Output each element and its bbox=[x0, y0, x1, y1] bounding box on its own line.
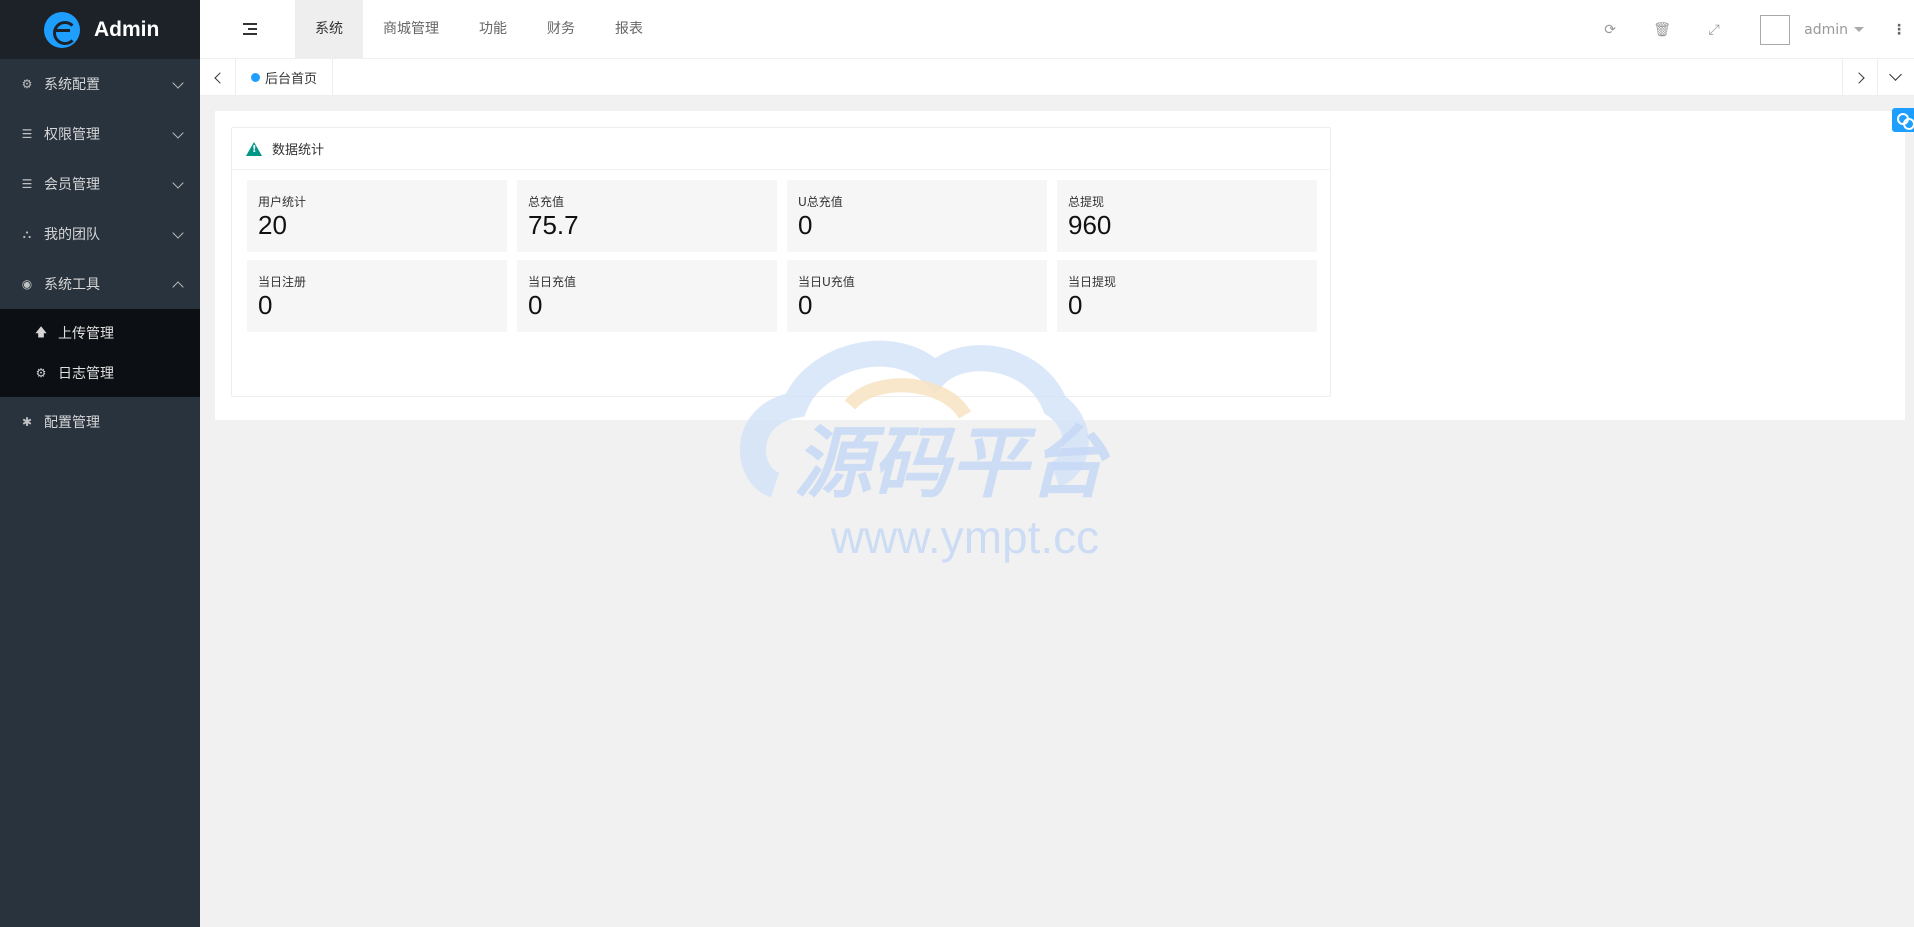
sidebar-subitem-upload[interactable]: 🡅 上传管理 bbox=[0, 313, 200, 353]
sidebar-item-label: 权限管理 bbox=[44, 127, 100, 143]
stat-value: 0 bbox=[1068, 290, 1083, 320]
sidebar-item-label: 系统工具 bbox=[44, 277, 100, 293]
chevron-down-icon bbox=[172, 127, 184, 139]
stat-value: 960 bbox=[1068, 210, 1112, 240]
more-vertical-icon[interactable]: ⋮ bbox=[1884, 22, 1914, 38]
top-nav: 系统 商城管理 功能 财务 报表 bbox=[295, 0, 663, 59]
stat-value: 0 bbox=[258, 290, 273, 320]
stat-label: 当日充值 bbox=[528, 275, 577, 289]
fullscreen-icon[interactable]: ⤢ bbox=[1688, 22, 1740, 38]
sitemap-icon: ⛬ bbox=[22, 226, 32, 241]
stat-value: 20 bbox=[258, 210, 287, 240]
caret-down-icon[interactable] bbox=[1854, 27, 1864, 32]
refresh-icon[interactable]: ⟳ bbox=[1584, 22, 1636, 38]
sidebar-item-members[interactable]: ☰ 会员管理 bbox=[0, 159, 200, 209]
tab-menu-button[interactable] bbox=[1878, 59, 1914, 96]
stat-box: 总提现 960 bbox=[1057, 180, 1317, 252]
chevron-down-icon bbox=[172, 77, 184, 89]
stat-box: 当日U充值 0 bbox=[787, 260, 1047, 332]
stat-label: 当日提现 bbox=[1068, 275, 1117, 289]
compass-icon: ◉ bbox=[21, 277, 33, 291]
chevron-up-icon bbox=[172, 281, 184, 293]
watermark-url: www.ympt.cc bbox=[830, 511, 1099, 563]
trash-icon[interactable]: 🗑 bbox=[1636, 22, 1688, 38]
warning-icon bbox=[246, 141, 262, 156]
tab-home-label: 后台首页 bbox=[265, 72, 318, 87]
sidebar-item-team[interactable]: ⛬ 我的团队 bbox=[0, 209, 200, 259]
card-header: 数据统计 bbox=[232, 128, 1330, 170]
sidebar: Admin ⚙ 系统配置 ☰ 权限管理 ☰ 会员管理 ⛬ 我的团队 ◉ 系统工具… bbox=[0, 0, 200, 927]
nav-tab-features[interactable]: 功能 bbox=[459, 0, 527, 59]
active-dot-icon bbox=[251, 73, 260, 82]
watermark-title: 源码平台 bbox=[794, 419, 1111, 509]
tab-scroll-right-button[interactable] bbox=[1842, 59, 1878, 96]
stat-value: 75.7 bbox=[528, 210, 579, 240]
stat-box: 用户统计 20 bbox=[247, 180, 507, 252]
stat-value: 0 bbox=[528, 290, 543, 320]
sidebar-subitem-label: 上传管理 bbox=[58, 326, 114, 342]
avatar[interactable] bbox=[1760, 14, 1791, 45]
logo-icon bbox=[44, 11, 80, 48]
sidebar-item-permissions[interactable]: ☰ 权限管理 bbox=[0, 109, 200, 159]
stat-value: 0 bbox=[798, 290, 813, 320]
nav-tab-system[interactable]: 系统 bbox=[295, 0, 363, 59]
main-content: 数据统计 用户统计 20 总充值 75.7 U总充值 0 总提现 960 当日注… bbox=[215, 111, 1905, 420]
sidebar-subitem-logs[interactable]: ⚙ 日志管理 bbox=[0, 353, 200, 393]
sidebar-item-system-config[interactable]: ⚙ 系统配置 bbox=[0, 59, 200, 109]
nav-tab-reports[interactable]: 报表 bbox=[595, 0, 663, 59]
header-tools: ⟳ 🗑 ⤢ admin ⋮ bbox=[1584, 0, 1914, 59]
sidebar-item-config-manage[interactable]: ✱ 配置管理 bbox=[0, 397, 200, 447]
nav-tab-finance[interactable]: 财务 bbox=[527, 0, 595, 59]
stat-box: 当日注册 0 bbox=[247, 260, 507, 332]
chevron-down-icon bbox=[172, 177, 184, 189]
stat-label: 当日注册 bbox=[258, 275, 307, 289]
sidebar-item-label: 配置管理 bbox=[44, 415, 100, 431]
sidebar-item-label: 系统配置 bbox=[44, 77, 100, 93]
stat-label: 总充值 bbox=[528, 195, 565, 209]
stat-label: U总充值 bbox=[798, 195, 843, 209]
sidebar-item-label: 会员管理 bbox=[44, 177, 100, 193]
asterisk-icon: ✱ bbox=[21, 415, 33, 429]
card-title: 数据统计 bbox=[272, 143, 325, 158]
app-title: Admin bbox=[94, 17, 160, 41]
stats-card: 数据统计 用户统计 20 总充值 75.7 U总充值 0 总提现 960 当日注… bbox=[231, 127, 1331, 397]
stat-label: 当日U充值 bbox=[798, 275, 855, 289]
stat-box: 当日充值 0 bbox=[517, 260, 777, 332]
stat-value: 0 bbox=[798, 210, 813, 240]
stat-box: 当日提现 0 bbox=[1057, 260, 1317, 332]
sidebar-subitem-label: 日志管理 bbox=[58, 366, 114, 382]
sidebar-item-system-tools[interactable]: ◉ 系统工具 bbox=[0, 259, 200, 309]
stat-label: 总提现 bbox=[1068, 195, 1105, 209]
stats-grid: 用户统计 20 总充值 75.7 U总充值 0 总提现 960 当日注册 0 当… bbox=[247, 180, 1317, 332]
list-icon: ☰ bbox=[21, 177, 33, 191]
chevron-down-icon bbox=[172, 227, 184, 239]
stat-box: U总充值 0 bbox=[787, 180, 1047, 252]
tab-scroll-left-button[interactable] bbox=[200, 59, 236, 96]
gear-icon: ⚙ bbox=[35, 366, 47, 380]
stat-label: 用户统计 bbox=[258, 195, 307, 209]
sidebar-item-label: 我的团队 bbox=[44, 227, 100, 243]
floating-link-button[interactable] bbox=[1892, 108, 1914, 132]
gears-icon: ⚙ bbox=[21, 77, 33, 91]
arrow-up-icon: 🡅 bbox=[34, 324, 48, 339]
sidebar-toggle-button[interactable] bbox=[243, 22, 257, 36]
nav-tab-mall[interactable]: 商城管理 bbox=[363, 0, 459, 59]
submenu-system-tools: 🡅 上传管理 ⚙ 日志管理 bbox=[0, 309, 200, 397]
list-icon: ☰ bbox=[21, 127, 33, 141]
tab-home[interactable]: 后台首页 bbox=[236, 59, 334, 96]
username[interactable]: admin bbox=[1804, 22, 1848, 38]
stat-box: 总充值 75.7 bbox=[517, 180, 777, 252]
page-tabs: 后台首页 bbox=[200, 59, 1914, 96]
logo[interactable]: Admin bbox=[0, 0, 200, 59]
top-header: 系统 商城管理 功能 财务 报表 ⟳ 🗑 ⤢ admin ⋮ bbox=[200, 0, 1914, 59]
